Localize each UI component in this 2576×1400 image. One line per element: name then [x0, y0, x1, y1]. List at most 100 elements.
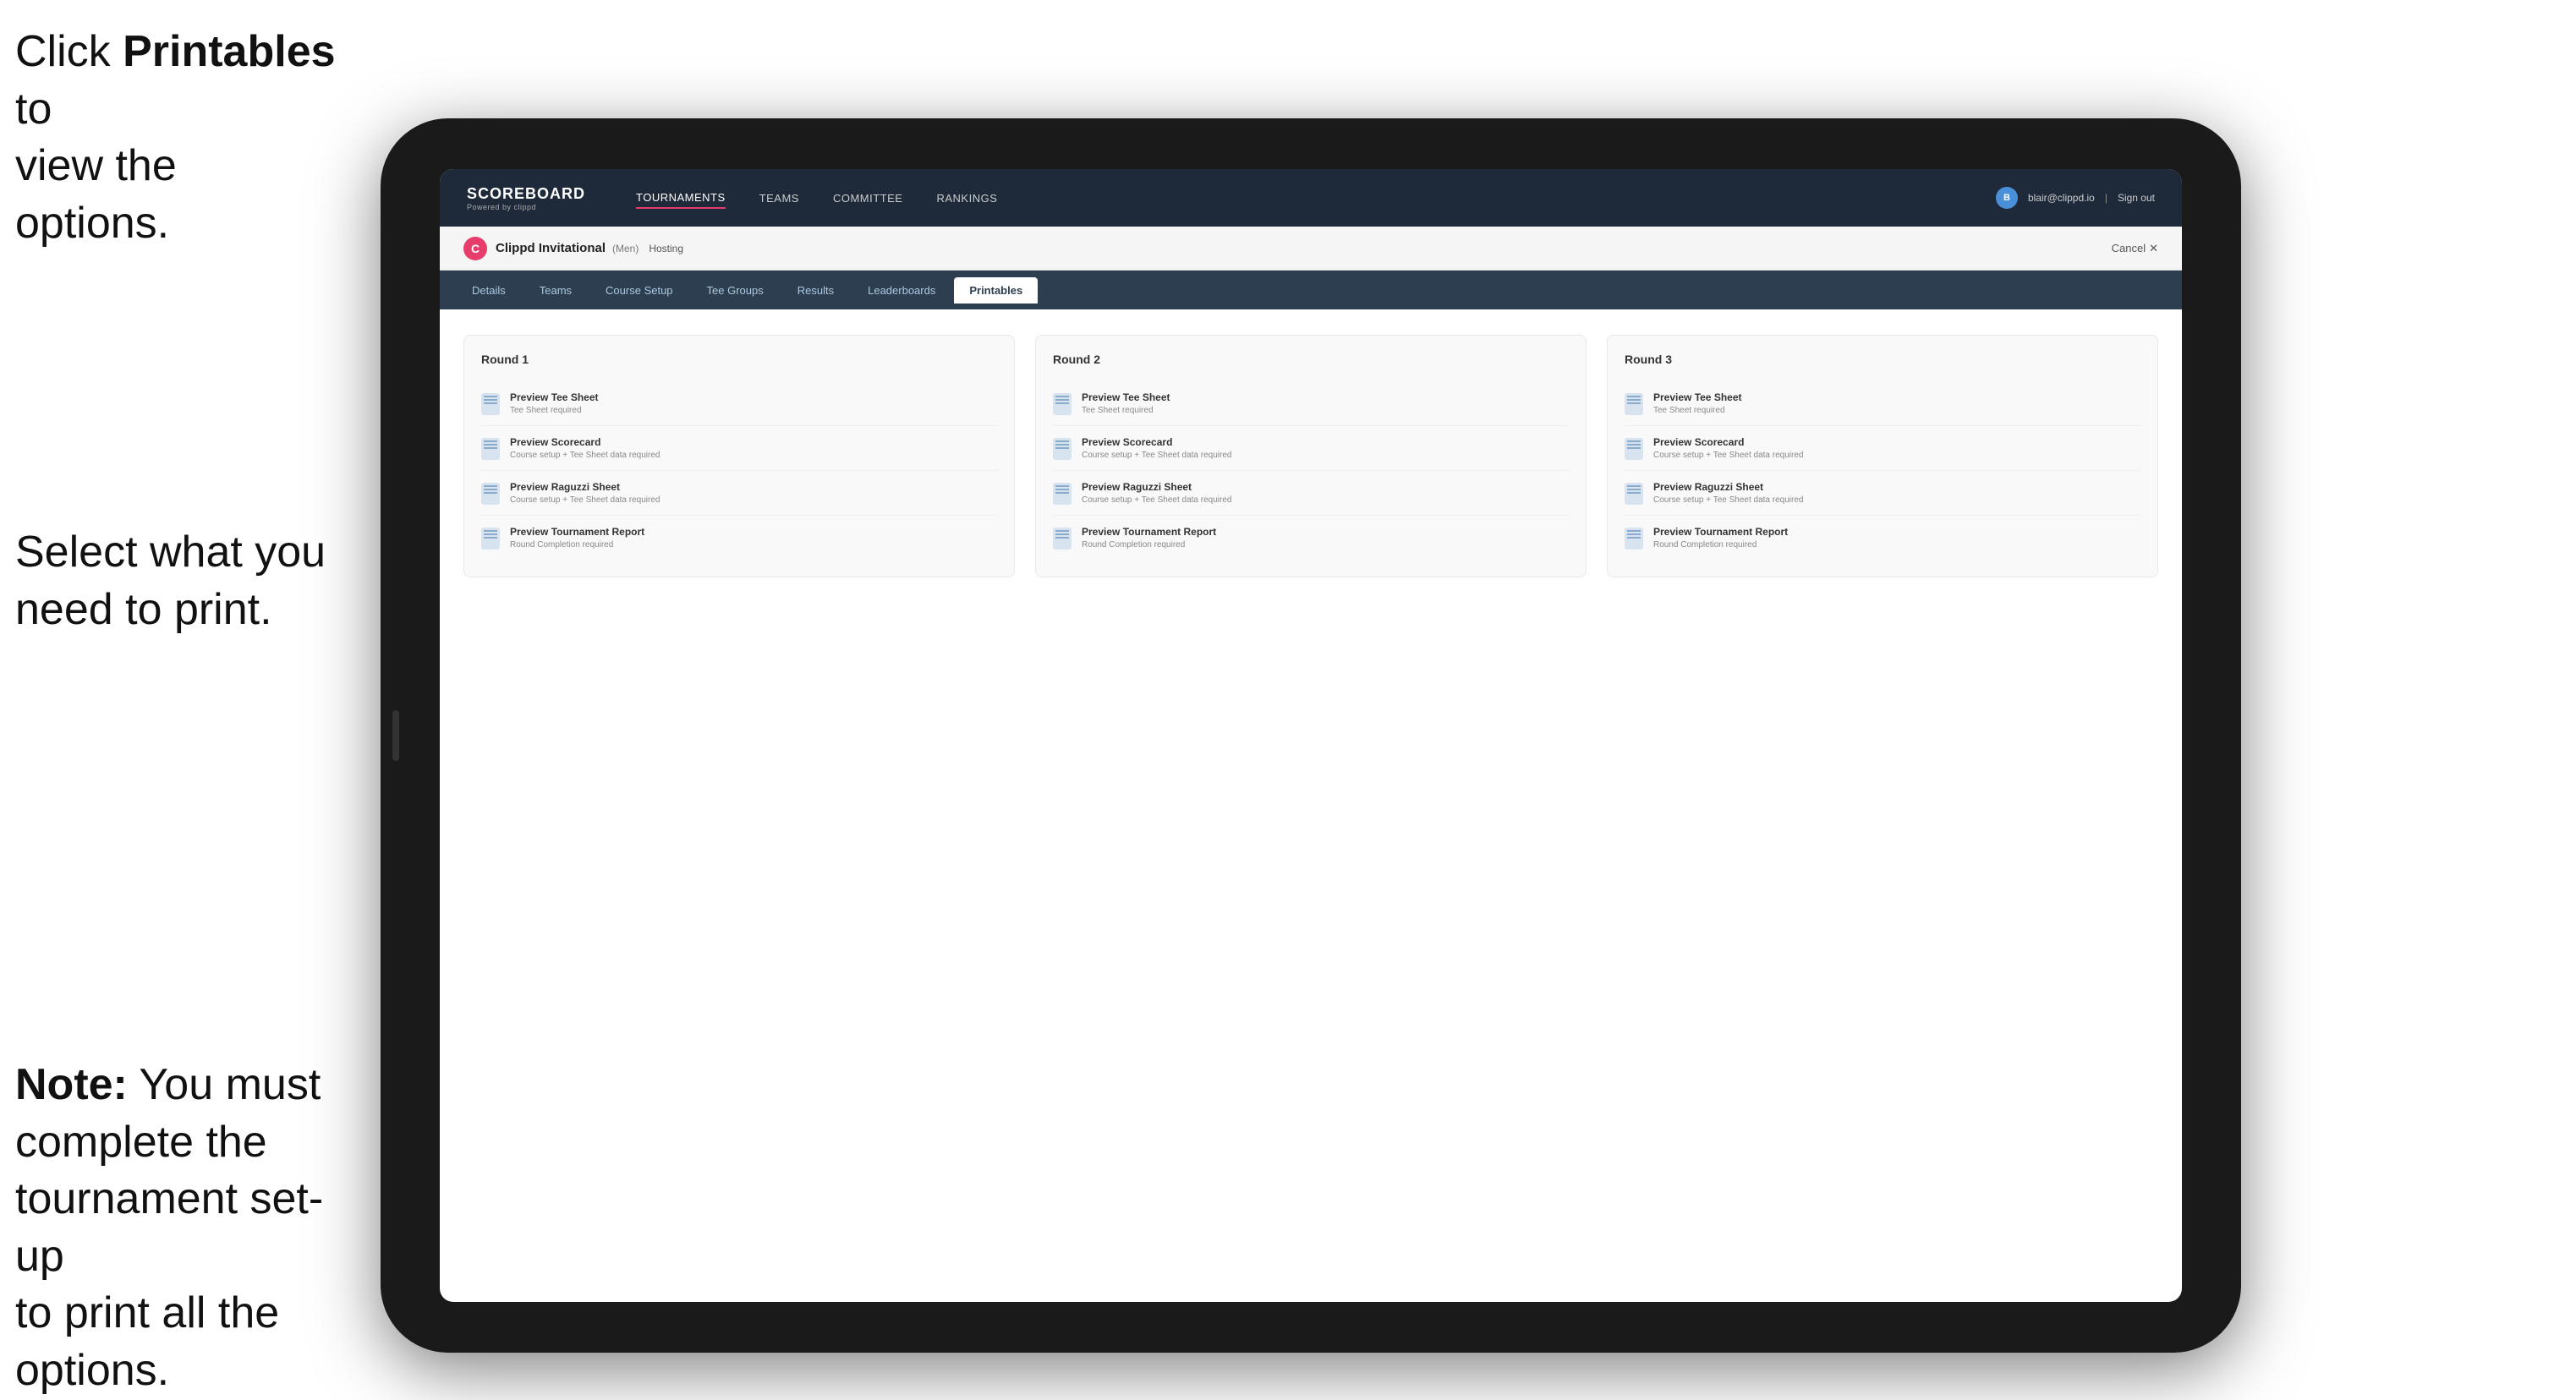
raguzzi-icon-r1 [481, 483, 500, 505]
round1-raguzzi-text: Preview Raguzzi Sheet Course setup + Tee… [510, 481, 660, 505]
round3-raguzzi-title: Preview Raguzzi Sheet [1653, 481, 1803, 493]
round-1-title: Round 1 [481, 353, 997, 366]
user-email: blair@clippd.io [2028, 192, 2095, 204]
tournament-report-icon-r2 [1053, 528, 1072, 550]
raguzzi-icon-r3 [1625, 483, 1643, 505]
round1-tee-sheet-subtitle: Tee Sheet required [510, 406, 599, 415]
round-2-column: Round 2 Preview Tee Sheet Tee Sheet requ… [1035, 335, 1587, 577]
round1-tee-sheet-title: Preview Tee Sheet [510, 391, 599, 403]
scorecard-icon-r1 [481, 438, 500, 460]
round3-tee-sheet-title: Preview Tee Sheet [1653, 391, 1742, 403]
round3-raguzzi-item[interactable]: Preview Raguzzi Sheet Course setup + Tee… [1625, 471, 2140, 516]
round2-tee-sheet-subtitle: Tee Sheet required [1082, 406, 1170, 415]
round2-tee-sheet-item[interactable]: Preview Tee Sheet Tee Sheet required [1053, 381, 1569, 426]
round1-tournament-report-title: Preview Tournament Report [510, 526, 644, 538]
round1-scorecard-subtitle: Course setup + Tee Sheet data required [510, 451, 660, 460]
round3-tee-sheet-text: Preview Tee Sheet Tee Sheet required [1653, 391, 1742, 415]
tournament-name: Clippd Invitational [496, 241, 606, 255]
tab-leaderboards[interactable]: Leaderboards [852, 277, 951, 304]
tee-sheet-icon-r2 [1053, 393, 1072, 415]
user-avatar: B [1996, 187, 2018, 209]
round2-raguzzi-subtitle: Course setup + Tee Sheet data required [1082, 495, 1231, 505]
tab-tee-groups[interactable]: Tee Groups [692, 277, 779, 304]
tab-bar: Details Teams Course Setup Tee Groups Re… [440, 271, 2182, 309]
tab-course-setup[interactable]: Course Setup [590, 277, 688, 304]
round2-tournament-report-title: Preview Tournament Report [1082, 526, 1216, 538]
round2-tournament-report-item[interactable]: Preview Tournament Report Round Completi… [1053, 516, 1569, 560]
round1-tee-sheet-text: Preview Tee Sheet Tee Sheet required [510, 391, 599, 415]
logo-title: SCOREBOARD [467, 185, 585, 203]
instruction-top: Click Printables toview the options. [15, 24, 337, 252]
tab-printables[interactable]: Printables [954, 277, 1038, 304]
round-2-title: Round 2 [1053, 353, 1569, 366]
round2-scorecard-subtitle: Course setup + Tee Sheet data required [1082, 451, 1231, 460]
tournament-bar: C Clippd Invitational (Men) Hosting Canc… [440, 227, 2182, 271]
nav-tournaments[interactable]: TOURNAMENTS [636, 188, 726, 209]
round3-tournament-report-title: Preview Tournament Report [1653, 526, 1788, 538]
round1-tournament-report-item[interactable]: Preview Tournament Report Round Completi… [481, 516, 997, 560]
tournament-status: Hosting [649, 243, 683, 254]
main-content: Round 1 Preview Tee Sheet Tee Sheet requ… [440, 309, 2182, 603]
tab-details[interactable]: Details [457, 277, 521, 304]
round2-tee-sheet-title: Preview Tee Sheet [1082, 391, 1170, 403]
tablet-side-button [392, 710, 399, 761]
round1-raguzzi-title: Preview Raguzzi Sheet [510, 481, 660, 493]
round1-scorecard-text: Preview Scorecard Course setup + Tee She… [510, 436, 660, 460]
round3-tournament-report-subtitle: Round Completion required [1653, 540, 1788, 550]
round3-scorecard-text: Preview Scorecard Course setup + Tee She… [1653, 436, 1803, 460]
tab-teams[interactable]: Teams [524, 277, 587, 304]
round1-scorecard-item[interactable]: Preview Scorecard Course setup + Tee She… [481, 426, 997, 471]
cancel-icon: ✕ [2149, 242, 2158, 255]
round2-tournament-report-subtitle: Round Completion required [1082, 540, 1216, 550]
round-3-column: Round 3 Preview Tee Sheet Tee Sheet requ… [1607, 335, 2158, 577]
round2-raguzzi-text: Preview Raguzzi Sheet Course setup + Tee… [1082, 481, 1231, 505]
round3-raguzzi-text: Preview Raguzzi Sheet Course setup + Tee… [1653, 481, 1803, 505]
tee-sheet-icon-r1 [481, 393, 500, 415]
round2-scorecard-text: Preview Scorecard Course setup + Tee She… [1082, 436, 1231, 460]
round1-tournament-report-subtitle: Round Completion required [510, 540, 644, 550]
round1-tee-sheet-item[interactable]: Preview Tee Sheet Tee Sheet required [481, 381, 997, 426]
round2-raguzzi-title: Preview Raguzzi Sheet [1082, 481, 1231, 493]
header-right: B blair@clippd.io | Sign out [1996, 187, 2155, 209]
round1-raguzzi-subtitle: Course setup + Tee Sheet data required [510, 495, 660, 505]
logo-subtitle: Powered by clippd [467, 203, 585, 211]
sign-out-link[interactable]: Sign out [2118, 192, 2155, 204]
round-3-title: Round 3 [1625, 353, 2140, 366]
tablet-screen: SCOREBOARD Powered by clippd TOURNAMENTS… [440, 169, 2182, 1302]
cancel-button[interactable]: Cancel ✕ [2112, 242, 2158, 255]
round2-scorecard-item[interactable]: Preview Scorecard Course setup + Tee She… [1053, 426, 1569, 471]
instruction-middle: Select what youneed to print. [15, 524, 326, 638]
round3-scorecard-subtitle: Course setup + Tee Sheet data required [1653, 451, 1803, 460]
tee-sheet-icon-r3 [1625, 393, 1643, 415]
scoreboard-logo: SCOREBOARD Powered by clippd [467, 185, 585, 211]
raguzzi-icon-r2 [1053, 483, 1072, 505]
tournament-report-icon-r1 [481, 528, 500, 550]
nav-committee[interactable]: COMMITTEE [833, 189, 903, 208]
nav-rankings[interactable]: RANKINGS [936, 189, 997, 208]
round3-tournament-report-text: Preview Tournament Report Round Completi… [1653, 526, 1788, 550]
instruction-bottom: Note: You mustcomplete thetournament set… [15, 1057, 370, 1400]
round3-scorecard-title: Preview Scorecard [1653, 436, 1803, 448]
scorecard-icon-r3 [1625, 438, 1643, 460]
round3-scorecard-item[interactable]: Preview Scorecard Course setup + Tee She… [1625, 426, 2140, 471]
round1-scorecard-title: Preview Scorecard [510, 436, 660, 448]
round3-tee-sheet-item[interactable]: Preview Tee Sheet Tee Sheet required [1625, 381, 2140, 426]
round2-scorecard-title: Preview Scorecard [1082, 436, 1231, 448]
scorecard-icon-r2 [1053, 438, 1072, 460]
tournament-logo-icon: C [463, 237, 487, 260]
round2-tee-sheet-text: Preview Tee Sheet Tee Sheet required [1082, 391, 1170, 415]
round2-tournament-report-text: Preview Tournament Report Round Completi… [1082, 526, 1216, 550]
tournament-report-icon-r3 [1625, 528, 1643, 550]
round3-tournament-report-item[interactable]: Preview Tournament Report Round Completi… [1625, 516, 2140, 560]
rounds-container: Round 1 Preview Tee Sheet Tee Sheet requ… [463, 335, 2158, 577]
nav-teams[interactable]: TEAMS [759, 189, 799, 208]
round1-tournament-report-text: Preview Tournament Report Round Completi… [510, 526, 644, 550]
note-bold: Note: [15, 1060, 128, 1109]
round3-tee-sheet-subtitle: Tee Sheet required [1653, 406, 1742, 415]
tablet-frame: SCOREBOARD Powered by clippd TOURNAMENTS… [381, 118, 2241, 1353]
tab-results[interactable]: Results [782, 277, 849, 304]
round2-raguzzi-item[interactable]: Preview Raguzzi Sheet Course setup + Tee… [1053, 471, 1569, 516]
round1-raguzzi-item[interactable]: Preview Raguzzi Sheet Course setup + Tee… [481, 471, 997, 516]
round-1-column: Round 1 Preview Tee Sheet Tee Sheet requ… [463, 335, 1015, 577]
round3-raguzzi-subtitle: Course setup + Tee Sheet data required [1653, 495, 1803, 505]
